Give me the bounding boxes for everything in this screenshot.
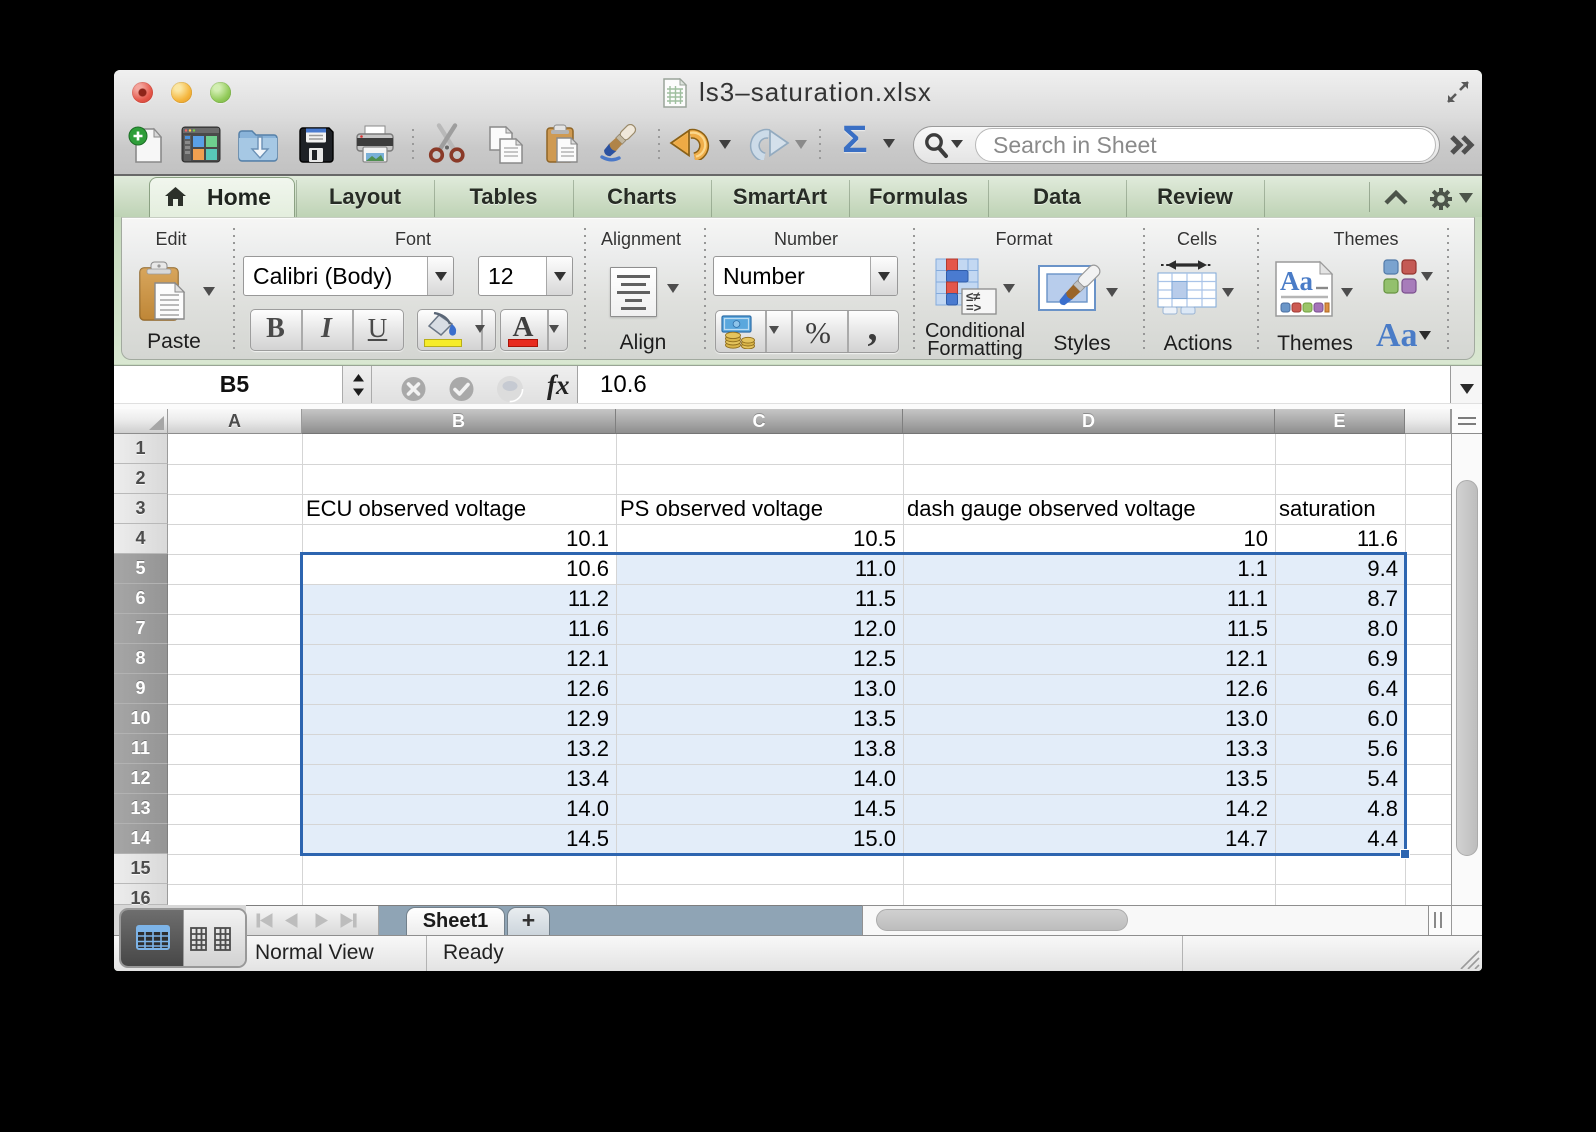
svg-text:=>: => <box>966 300 982 315</box>
svg-text:Aa: Aa <box>1280 266 1313 296</box>
